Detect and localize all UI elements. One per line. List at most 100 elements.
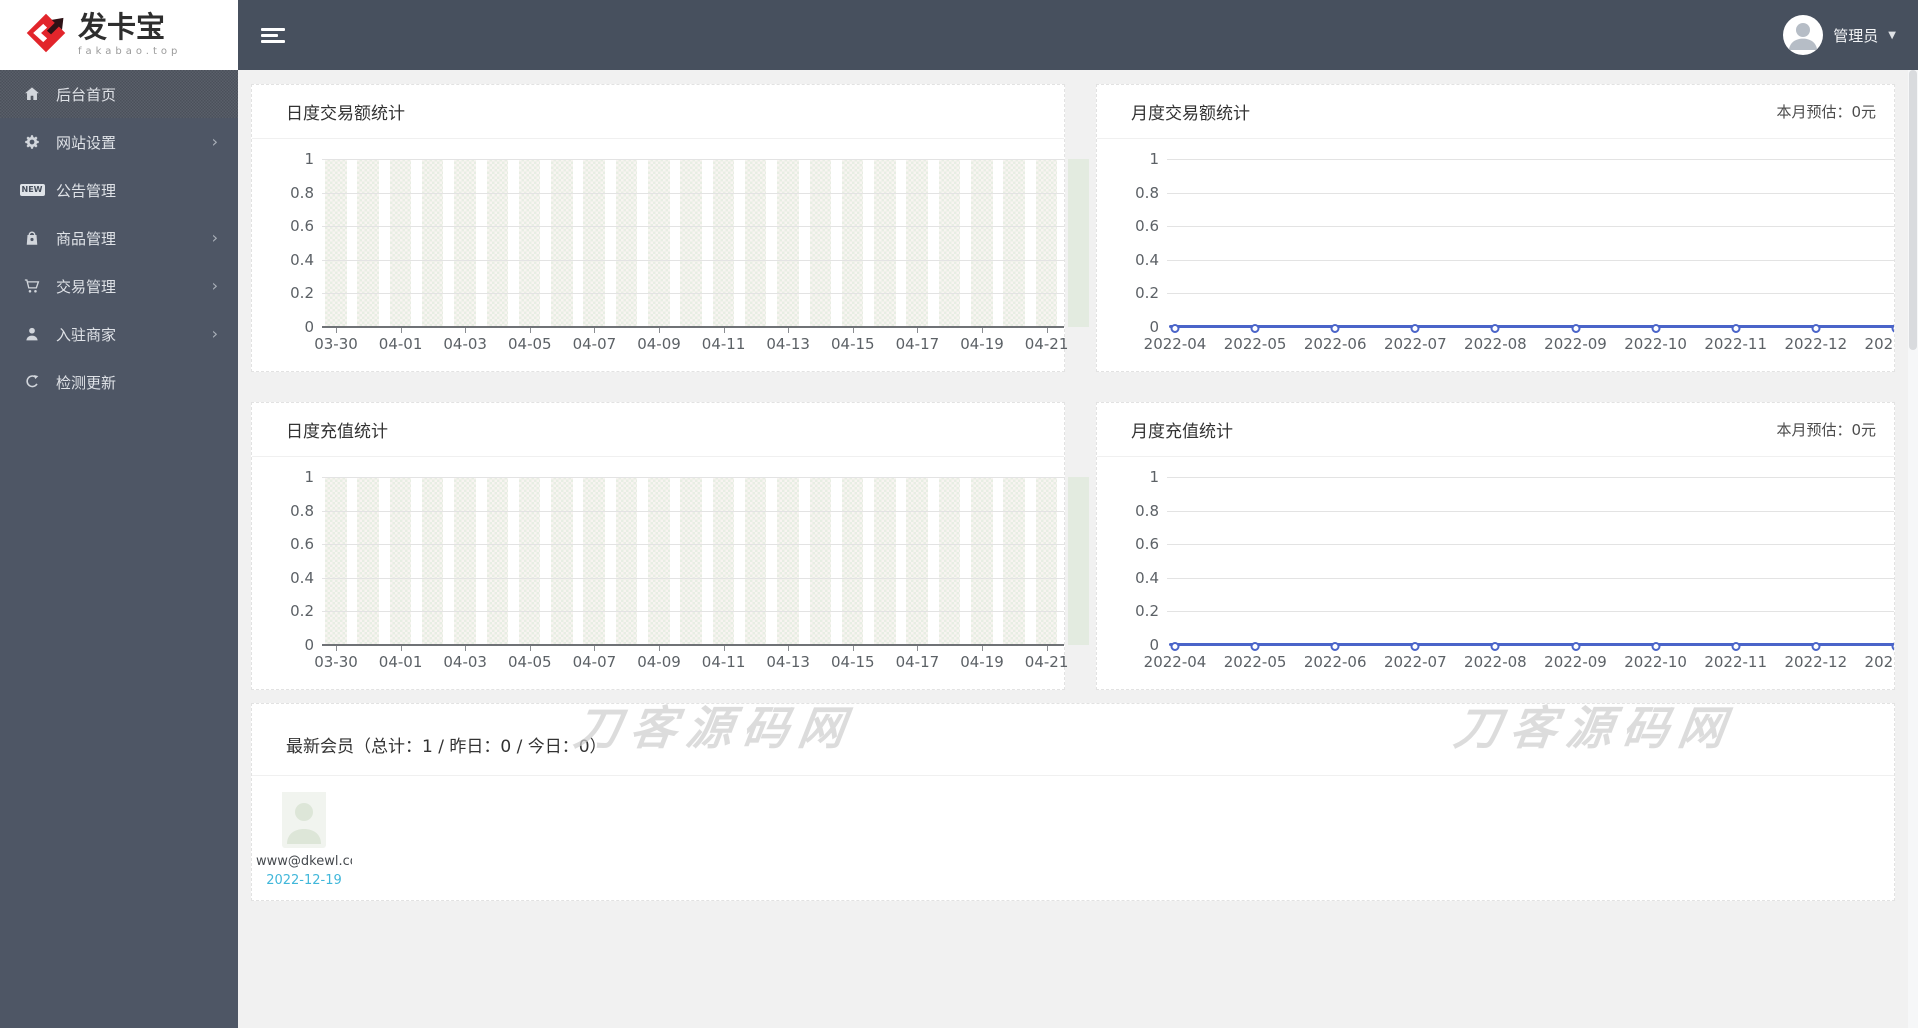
bar	[874, 477, 896, 645]
x-tick-label: 04-05	[508, 335, 552, 353]
sidebar-item-3[interactable]: NEW 公告管理	[0, 166, 238, 214]
x-tick-label: 04-13	[766, 335, 810, 353]
bar	[583, 477, 605, 645]
x-axis-tick	[336, 646, 337, 651]
x-axis-tick	[465, 328, 467, 333]
x-axis-line	[322, 326, 1064, 328]
x-axis-tick	[852, 646, 854, 651]
x-tick-label: 2022-10	[1624, 653, 1687, 671]
x-axis-tick	[982, 646, 983, 651]
bar	[1003, 159, 1025, 327]
gridline	[1167, 510, 1894, 512]
brand-logo-icon	[24, 11, 68, 59]
scrollbar-thumb[interactable]	[1909, 70, 1917, 350]
page-scrollbar[interactable]	[1908, 70, 1918, 1028]
x-tick-label: 04-15	[831, 653, 875, 671]
sidebar-item-6[interactable]: 入驻商家 ›	[0, 310, 238, 358]
x-axis-tick	[1046, 646, 1048, 651]
gridline	[1167, 192, 1894, 194]
sidebar-item-2[interactable]: 网站设置 ›	[0, 118, 238, 166]
data-point-marker	[1811, 642, 1821, 651]
bar	[357, 159, 379, 327]
bar	[389, 159, 412, 327]
gridline	[1167, 226, 1894, 228]
x-tick-label: 2022-07	[1383, 335, 1447, 353]
sidebar-item-7[interactable]: 检测更新	[0, 358, 238, 406]
data-point-marker	[1651, 324, 1661, 333]
brand-text: 发卡宝 fakabao.top	[78, 13, 181, 58]
gridline	[322, 544, 1064, 546]
bar	[971, 477, 993, 645]
panel-title: 月度充值统计	[1131, 422, 1233, 442]
bar	[906, 159, 928, 327]
x-tick-label: 04-11	[701, 335, 746, 353]
bar	[583, 159, 605, 327]
gridline	[322, 159, 1064, 160]
x-axis-tick	[1046, 328, 1048, 333]
y-tick-label: 0.8	[290, 183, 314, 202]
x-tick-label: 03-30	[314, 335, 358, 353]
x-axis-tick	[788, 328, 790, 333]
bar	[680, 159, 702, 327]
zero-value-line	[1169, 643, 1894, 646]
x-tick-label: 2022-05	[1223, 653, 1287, 671]
y-tick-label: 1	[1149, 150, 1159, 168]
user-menu[interactable]: 管理员 ▼	[1783, 15, 1896, 55]
bar	[1003, 477, 1025, 645]
bar	[712, 477, 735, 645]
panel-monthly-recharge: 月度充值统计 本月预估：0元 0 0.2 0.4 0.6 0.8 1 2022-04 2022…	[1096, 402, 1895, 690]
brand-logo[interactable]: 发卡宝 fakabao.top	[0, 0, 238, 70]
monthly-trade-chart: 0 0.2 0.4 0.6 0.8 1 2022-04 2022-05 2022-06 2022-…	[1097, 151, 1894, 353]
y-tick-label: 0.8	[1135, 501, 1159, 520]
menu-toggle-icon[interactable]	[255, 19, 291, 52]
chevron-right-icon: ›	[211, 324, 218, 343]
x-tick-label: 04-03	[443, 653, 487, 671]
sidebar-item-label: 交易管理	[56, 277, 117, 296]
y-tick-label: 0.4	[1135, 250, 1159, 269]
sidebar-item-4[interactable]: 商品管理 ›	[0, 214, 238, 262]
x-tick-label: 2023-01	[1864, 653, 1894, 671]
x-axis-tick	[852, 328, 854, 333]
panel-title: 日度交易额统计	[286, 104, 405, 124]
y-tick-label: 0.2	[290, 284, 314, 303]
gridline	[322, 192, 1064, 194]
charts-row-2: 日度充值统计 0 0.2 0.4 0.6 0.8 1 03-30 04-01 04-03 04-0…	[251, 402, 1895, 690]
x-axis-tick	[917, 646, 919, 651]
x-tick-label: 03-30	[314, 653, 358, 671]
x-axis-tick	[659, 328, 660, 333]
zero-value-line	[1169, 325, 1894, 328]
bar	[874, 159, 896, 327]
bar	[648, 477, 670, 645]
x-tick-label: 2022-06	[1303, 653, 1367, 671]
gridline	[1167, 159, 1894, 160]
bar	[1067, 477, 1090, 645]
x-axis-tick	[529, 646, 531, 651]
sidebar-item-label: 商品管理	[56, 229, 117, 248]
bar	[325, 477, 347, 645]
x-tick-label: 04-01	[378, 653, 423, 671]
sidebar-item-5[interactable]: 交易管理 ›	[0, 262, 238, 310]
x-tick-label: 04-13	[766, 653, 810, 671]
sidebar-item-1[interactable]: 后台首页	[0, 70, 238, 118]
panel-title: 最新会员（总计：1 / 昨日：0 / 今日：0）	[286, 737, 607, 757]
data-point-marker	[1651, 642, 1661, 651]
y-tick-label: 0.8	[290, 501, 314, 520]
data-point-marker	[1170, 324, 1180, 333]
x-tick-label: 2022-12	[1784, 653, 1848, 671]
bar	[454, 159, 476, 327]
y-tick-label: 0	[304, 318, 314, 336]
sidebar-item-label: 公告管理	[56, 181, 117, 200]
bar	[1067, 159, 1090, 327]
bar	[680, 477, 702, 645]
y-tick-label: 0	[304, 636, 314, 654]
month-estimate: 本月预估：0元	[1776, 103, 1876, 121]
x-tick-label: 04-03	[443, 335, 487, 353]
y-tick-label: 1	[1149, 468, 1159, 486]
bar	[551, 477, 573, 645]
bar	[389, 477, 412, 645]
x-axis-tick	[723, 328, 725, 333]
bar	[648, 159, 670, 327]
member-item[interactable]: www@dkewl.com 2022-12-19	[256, 792, 352, 888]
chevron-right-icon: ›	[211, 132, 218, 151]
data-point-marker	[1891, 324, 1894, 333]
